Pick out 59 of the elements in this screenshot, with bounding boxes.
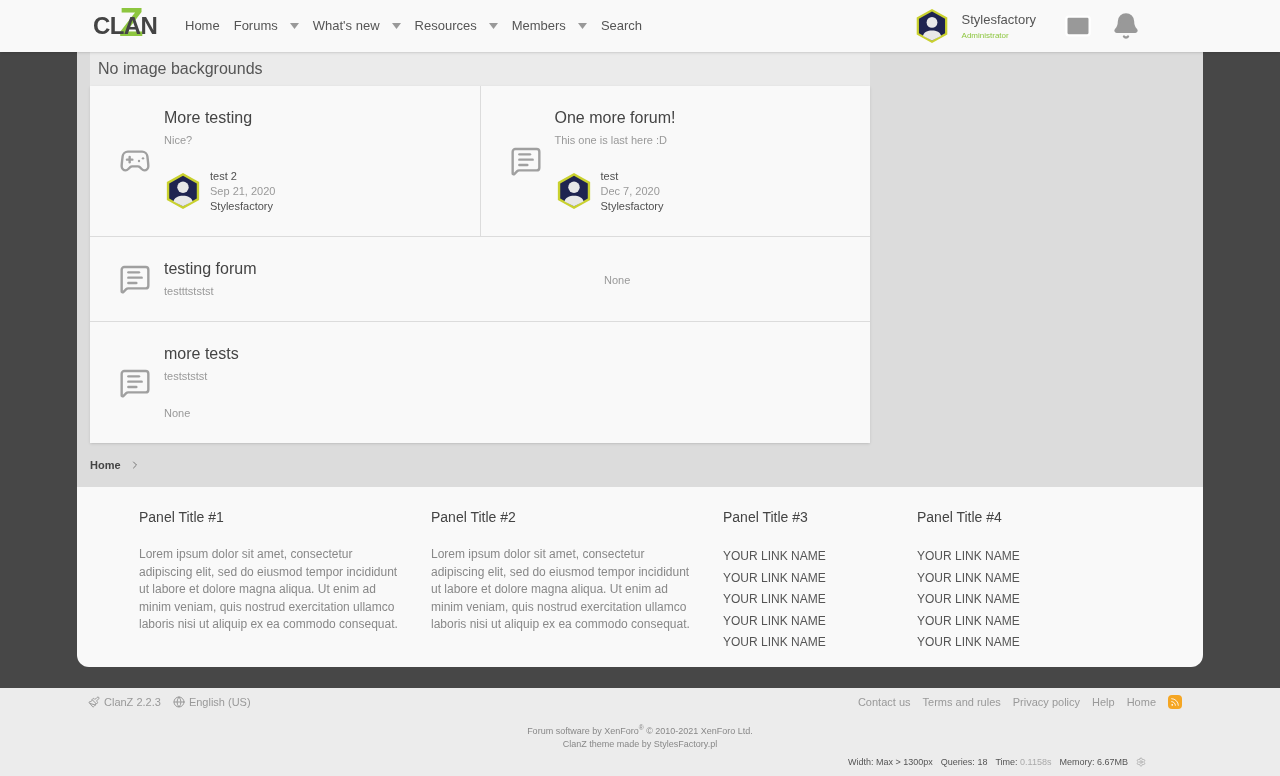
panel-title: Panel Title #4 — [917, 508, 1003, 527]
avatar-icon — [164, 172, 202, 210]
footer-link[interactable]: YOUR LINK NAME — [917, 546, 1133, 568]
footer-link[interactable]: YOUR LINK NAME — [723, 546, 893, 568]
footer-link[interactable]: YOUR LINK NAME — [917, 567, 1133, 590]
caret-icon — [577, 23, 587, 29]
user-name: Stylesfactory — [961, 11, 1036, 30]
panel-title: Panel Title #2 — [431, 508, 517, 527]
panel-text: Lorem ipsum dolor sit amet, consectetur adipiscing elit, sed do eiusmod tempor incididunt ut labore et dolore magna aliqua. Ut enim ad minim veniam, quis nostrud exercitation ullamco laboris nisi ut aliquip ex ea commodo consequat. — [139, 546, 399, 633]
user-role: Administrator — [961, 29, 1010, 42]
footer-link[interactable]: YOUR LINK NAME — [917, 589, 1133, 611]
forum-title-link[interactable]: More testing — [164, 108, 464, 128]
nav-tab[interactable]: Search — [600, 16, 643, 36]
forum-title-link[interactable]: One more forum! — [554, 108, 854, 128]
debug-stat: Width: Max > 1300px — [848, 755, 933, 769]
forum-title-link[interactable]: testing forum — [164, 258, 604, 279]
forum-description: Nice? — [164, 133, 194, 148]
debug-stat: Queries: 18 — [940, 755, 988, 769]
footer-link[interactable]: YOUR LINK NAME — [723, 589, 893, 611]
footer-link[interactable]: YOUR LINK NAME — [723, 610, 893, 633]
settings-icon[interactable] — [1136, 757, 1146, 768]
footer-link[interactable]: YOUR LINK NAME — [723, 567, 893, 590]
footer-link[interactable]: YOUR LINK NAME — [723, 632, 893, 654]
caret-icon — [289, 23, 299, 29]
debug-stat: Memory: 6.67MB — [1059, 755, 1128, 769]
footer-link[interactable]: YOUR LINK NAME — [917, 632, 1133, 654]
caret-icon — [391, 23, 401, 29]
nav-tab[interactable]: Forums — [233, 16, 299, 36]
forum-title-link[interactable]: more tests — [164, 344, 854, 364]
globe-icon — [172, 696, 185, 709]
debug-stat: Time: 0.1158s — [995, 755, 1052, 769]
breadcrumb-link[interactable]: Home — [90, 456, 121, 474]
footer-link[interactable]: YOUR LINK NAME — [917, 610, 1133, 633]
nav-tab[interactable]: What's new — [312, 16, 401, 36]
thread-link[interactable]: test 2 — [210, 168, 276, 184]
panel-title: Panel Title #3 — [723, 508, 809, 527]
copyright-text: ClanZ theme made by StylesFactory.pl — [562, 737, 718, 751]
no-posts-text: None — [604, 273, 631, 286]
post-date: Dec 7, 2020 — [600, 183, 661, 199]
caret-icon — [488, 23, 498, 29]
panel-text: Lorem ipsum dolor sit amet, consectetur adipiscing elit, sed do eiusmod tempor incididunt ut labore et dolore magna aliqua. Ut enim ad minim veniam, quis nostrud exercitation ullamco laboris nisi ut aliquip ex ea commodo consequat. — [431, 546, 691, 633]
nav-tab[interactable]: Members — [511, 16, 587, 36]
section-title: No image backgrounds — [90, 52, 870, 86]
forum-description: testttststst — [164, 283, 215, 299]
rss-icon[interactable] — [1168, 695, 1182, 710]
forum-description: testststst — [164, 369, 209, 384]
panel-title: Panel Title #1 — [139, 508, 225, 527]
user-link[interactable]: Stylesfactory — [600, 198, 664, 214]
no-posts-text: None — [164, 405, 192, 421]
nav-tab[interactable]: Resources — [414, 16, 498, 36]
bell-icon[interactable] — [1112, 12, 1140, 40]
forum-description: This one is last here :D — [554, 133, 668, 148]
user-link[interactable]: Stylesfactory — [210, 198, 276, 214]
post-date: Sep 21, 2020 — [210, 183, 276, 199]
copyright-text: Forum software by XenForo$^{®}$ © 2010-2021 XenForo Ltd. — [527, 724, 753, 738]
thread-link[interactable]: test — [600, 168, 664, 184]
user-account[interactable]: Stylesfactory Administrator — [913, 8, 1036, 44]
brush-icon — [88, 696, 100, 709]
nav-tab[interactable]: Home — [185, 16, 220, 36]
